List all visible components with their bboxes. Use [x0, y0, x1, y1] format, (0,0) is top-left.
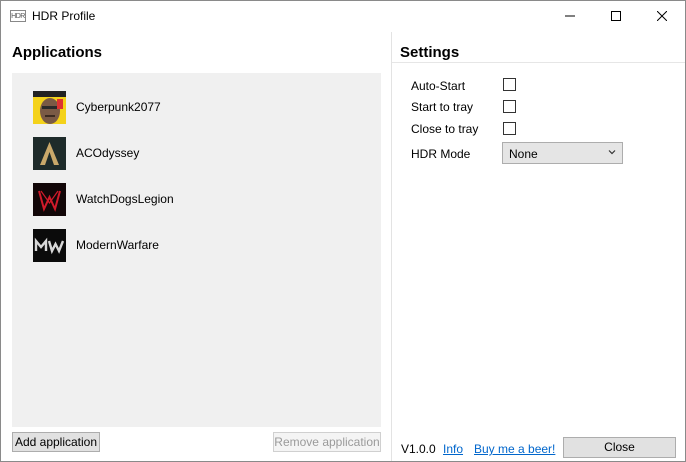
- app-icon: HDR: [10, 10, 26, 22]
- window-close-button[interactable]: [639, 1, 685, 31]
- settings-divider: [392, 62, 685, 63]
- app-name: ACOdyssey: [76, 146, 140, 160]
- auto-start-checkbox[interactable]: [503, 78, 516, 91]
- watchdogs-legion-game-icon: [33, 183, 66, 216]
- add-application-button[interactable]: Add application: [12, 432, 100, 452]
- list-item-watchdogs[interactable]: WatchDogsLegion: [33, 183, 333, 217]
- panel-divider: [391, 32, 392, 461]
- close-icon: [657, 11, 667, 21]
- applications-heading: Applications: [12, 44, 103, 61]
- window-title: HDR Profile: [32, 9, 96, 23]
- modern-warfare-game-icon: [33, 229, 66, 262]
- cyberpunk-game-icon: [33, 91, 66, 124]
- applications-list[interactable]: Cyberpunk2077 ACOdyssey WatchDogsLegion …: [12, 73, 381, 427]
- title-bar[interactable]: HDR HDR Profile: [1, 1, 685, 31]
- start-to-tray-label: Start to tray: [411, 100, 474, 114]
- app-name: Cyberpunk2077: [76, 100, 161, 114]
- hdr-mode-value: None: [509, 147, 538, 161]
- list-item-cyberpunk[interactable]: Cyberpunk2077: [33, 91, 333, 125]
- settings-heading: Settings: [400, 44, 460, 61]
- hdr-mode-select[interactable]: None: [502, 142, 623, 164]
- app-name: ModernWarfare: [76, 238, 159, 252]
- start-to-tray-checkbox[interactable]: [503, 100, 516, 113]
- list-item-acodyssey[interactable]: ACOdyssey: [33, 137, 333, 171]
- ac-odyssey-game-icon: [33, 137, 66, 170]
- hdr-mode-label: HDR Mode: [411, 147, 471, 161]
- close-button[interactable]: Close: [563, 437, 676, 458]
- app-name: WatchDogsLegion: [76, 192, 174, 206]
- app-window: HDR HDR Profile Applications Cyberpunk20…: [0, 0, 686, 462]
- minimize-icon: [565, 15, 575, 17]
- maximize-button[interactable]: [593, 1, 639, 31]
- auto-start-label: Auto-Start: [411, 79, 466, 93]
- close-to-tray-label: Close to tray: [411, 122, 479, 136]
- chevron-down-icon: [608, 150, 616, 155]
- remove-application-button[interactable]: Remove application: [273, 432, 381, 452]
- info-link[interactable]: Info: [443, 442, 463, 456]
- buy-me-a-beer-link[interactable]: Buy me a beer!: [474, 442, 555, 456]
- minimize-button[interactable]: [547, 1, 593, 31]
- version-label: V1.0.0: [401, 442, 436, 456]
- maximize-icon: [611, 11, 621, 21]
- close-to-tray-checkbox[interactable]: [503, 122, 516, 135]
- list-item-modernwarfare[interactable]: ModernWarfare: [33, 229, 333, 263]
